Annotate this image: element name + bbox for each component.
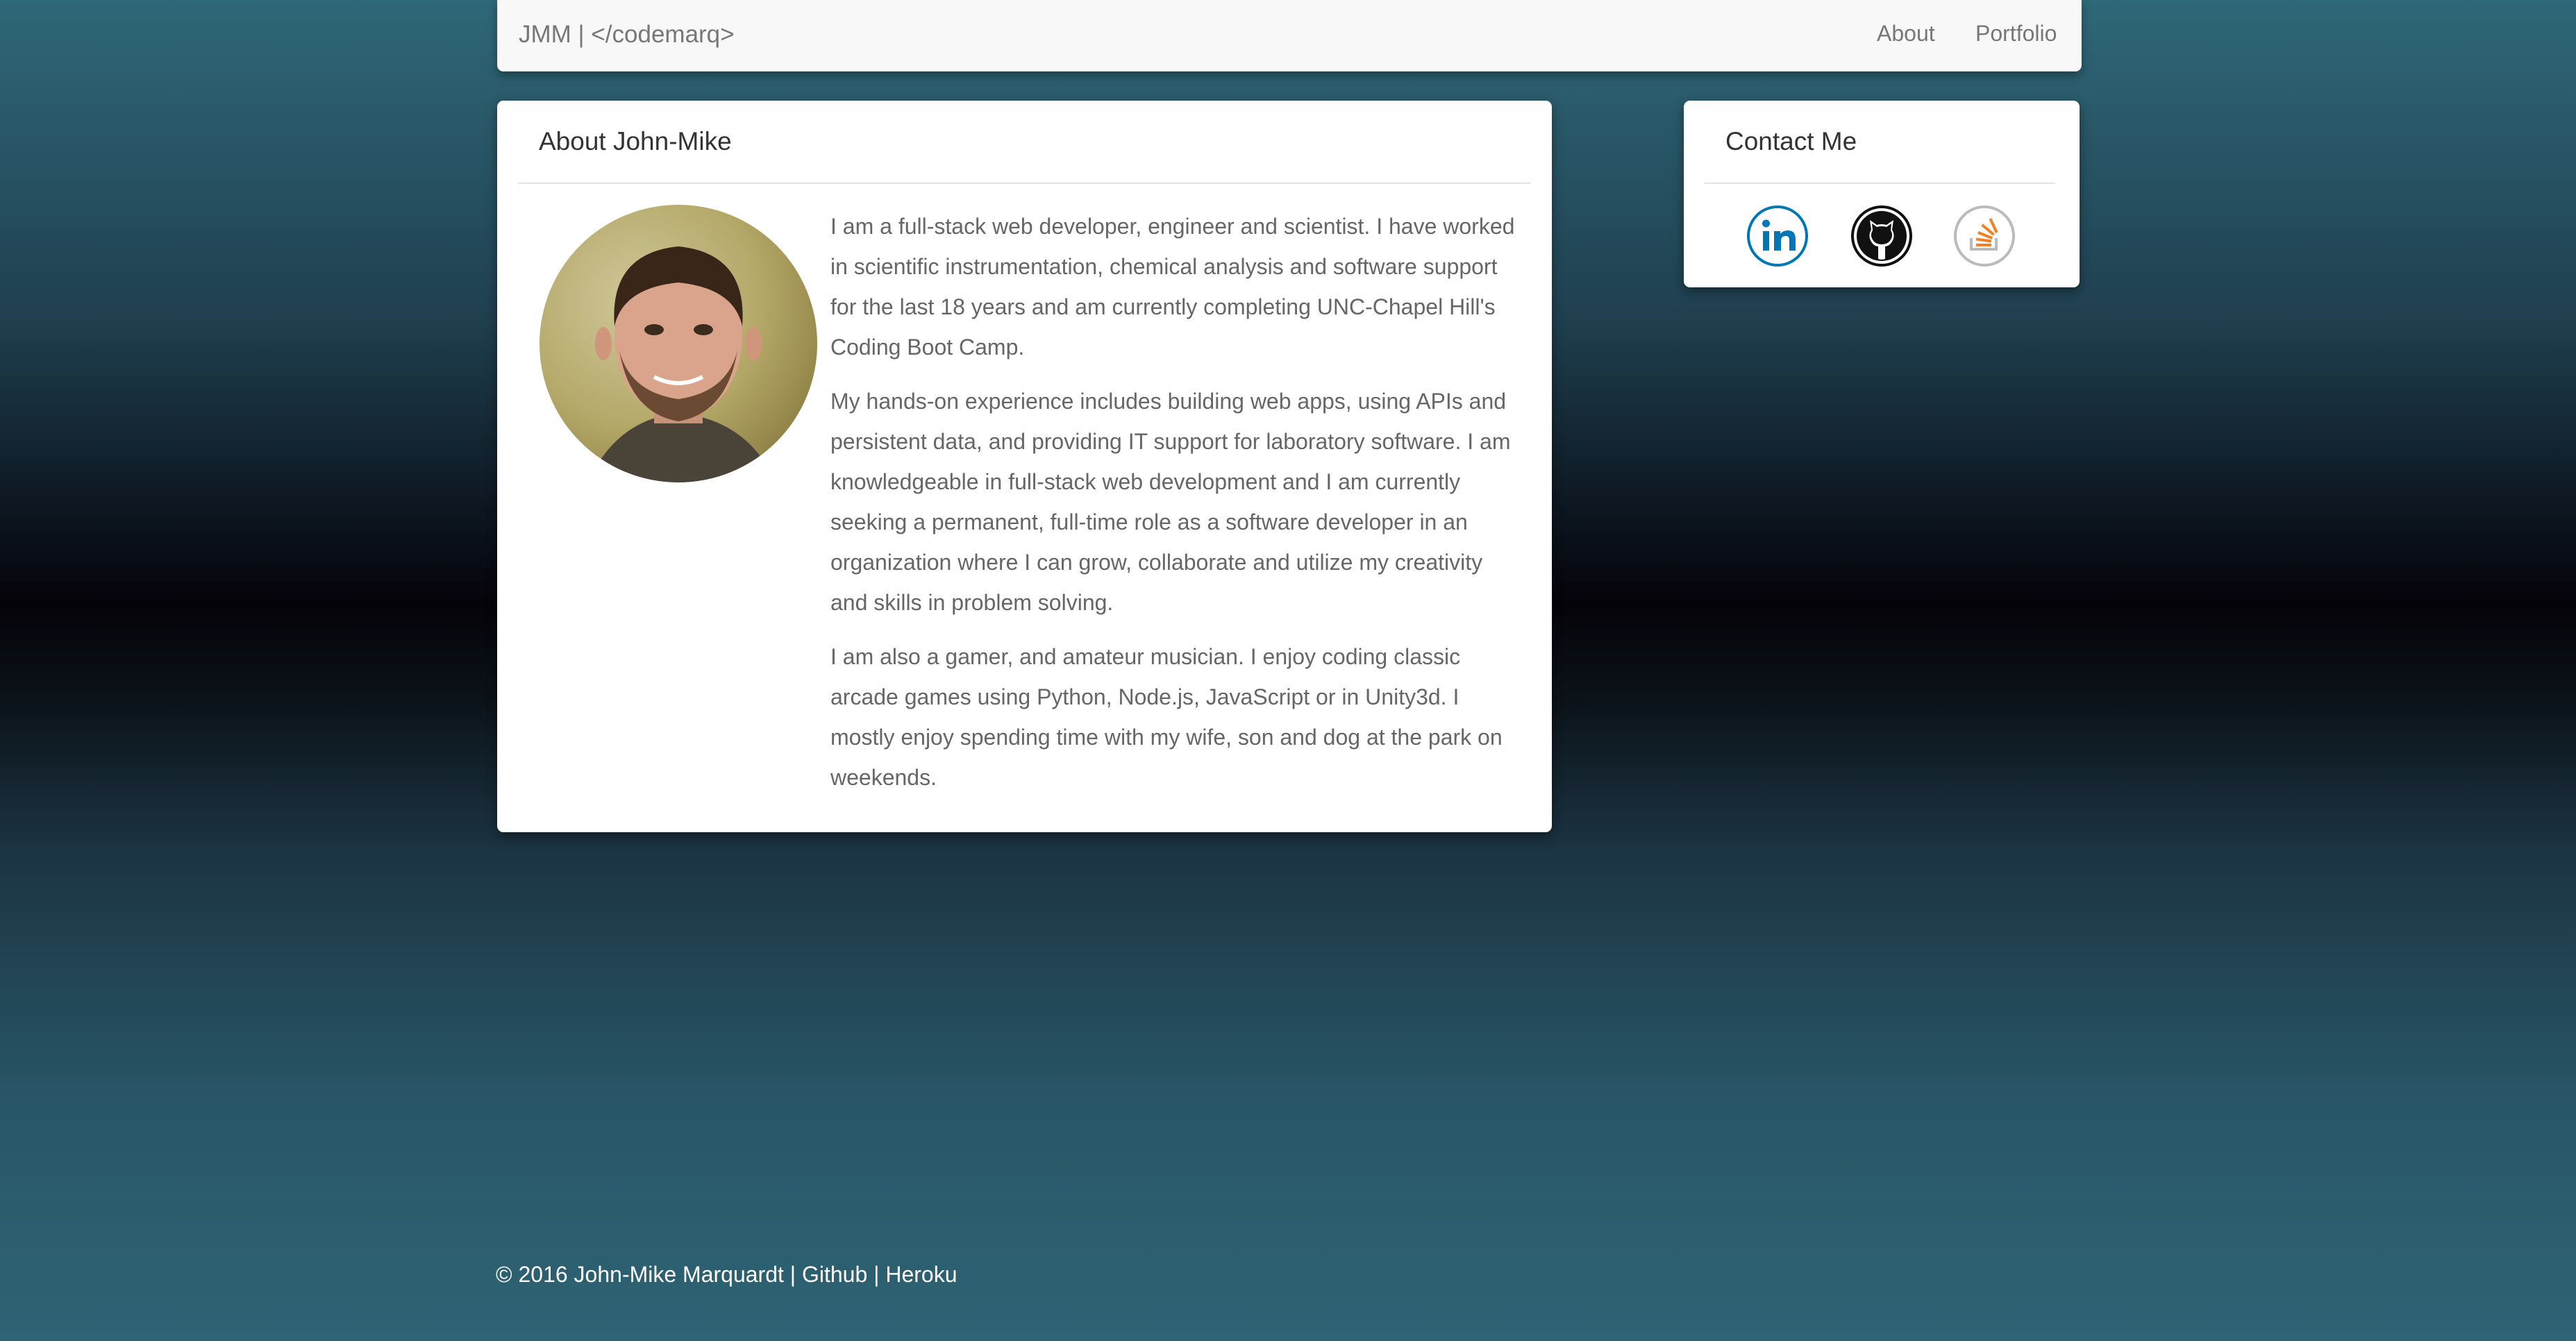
footer-separator: |: [873, 1262, 880, 1287]
contact-divider: [1705, 183, 2055, 184]
about-heading: About John-Mike: [539, 127, 732, 155]
about-panel: About John-Mike I am a full-stack web de…: [497, 101, 1552, 832]
about-text: I am a full-stack web developer, enginee…: [830, 206, 1525, 811]
footer-separator: |: [789, 1262, 796, 1287]
brand-link[interactable]: JMM | </codemarq>: [519, 21, 735, 49]
stackoverflow-icon[interactable]: [1953, 205, 2016, 267]
nav-about-link[interactable]: About: [1877, 21, 1935, 47]
profile-photo: [540, 205, 817, 482]
top-navbar: JMM | </codemarq> About Portfolio: [497, 0, 2082, 71]
contact-panel: Contact Me: [1684, 101, 2080, 287]
about-paragraph: I am also a gamer, and amateur musician.…: [830, 644, 1503, 790]
footer-copyright: © 2016 John-Mike Marquardt: [496, 1262, 784, 1287]
nav-portfolio-link[interactable]: Portfolio: [1975, 21, 2057, 47]
about-divider: [518, 183, 1530, 184]
linkedin-icon[interactable]: [1746, 205, 1809, 267]
about-paragraph: I am a full-stack web developer, enginee…: [830, 214, 1515, 360]
footer: © 2016 John-Mike Marquardt | Github | He…: [496, 1262, 957, 1288]
contact-heading: Contact Me: [1725, 127, 1857, 155]
about-paragraph: My hands-on experience includes building…: [830, 389, 1511, 615]
footer-heroku-link[interactable]: Heroku: [885, 1262, 957, 1287]
github-icon[interactable]: [1850, 205, 1913, 267]
footer-github-link[interactable]: Github: [802, 1262, 867, 1287]
